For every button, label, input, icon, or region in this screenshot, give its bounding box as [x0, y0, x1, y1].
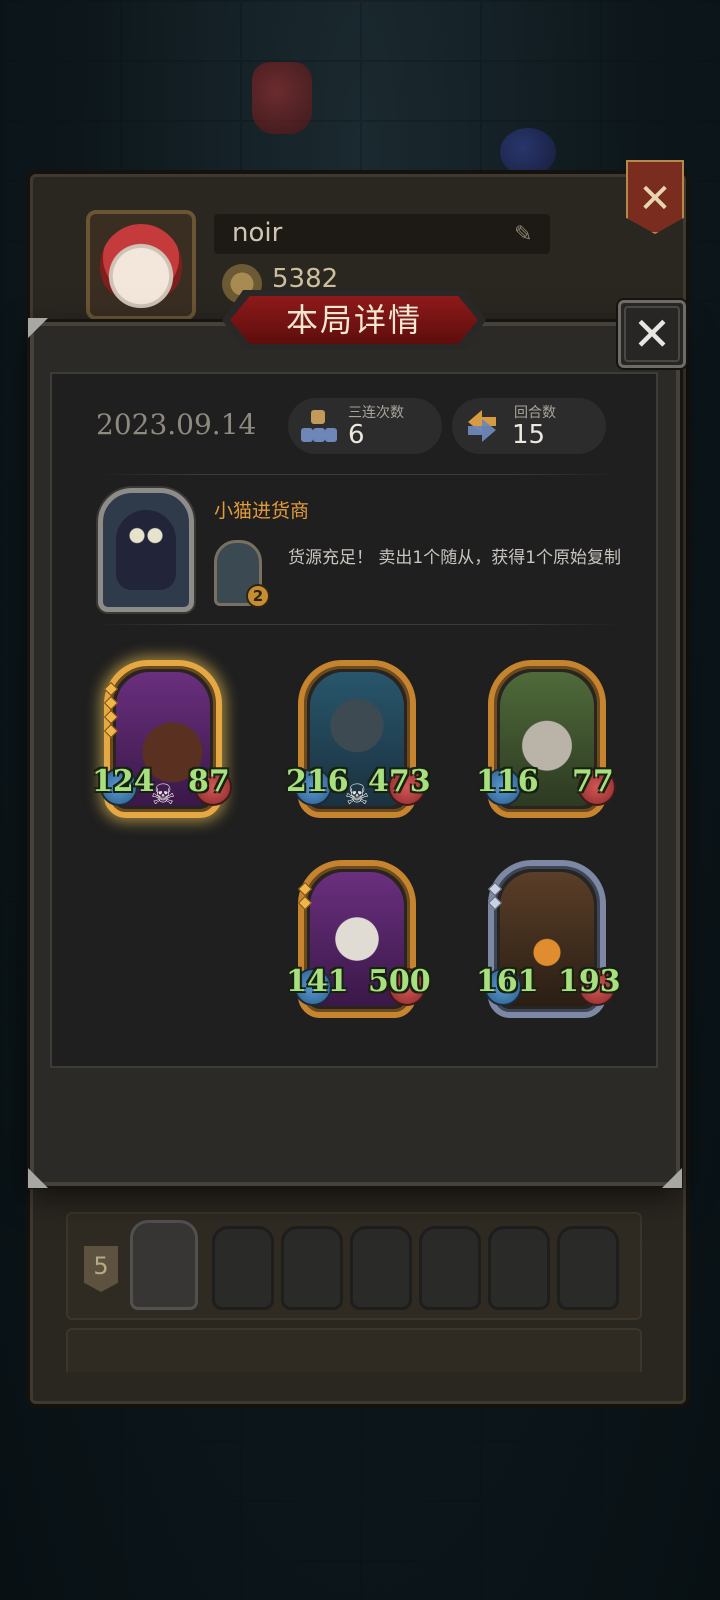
coin-count: 5382 [272, 264, 339, 294]
rank-badge: 5 [84, 1246, 118, 1292]
match-date: 2023.09.14 [96, 408, 257, 441]
skill-level-badge: 2 [246, 584, 270, 608]
match-history-row[interactable] [66, 1328, 642, 1372]
triple-icon [301, 410, 337, 442]
tier-pip [103, 709, 119, 725]
history-minion [212, 1226, 274, 1310]
tier-pip [297, 895, 313, 911]
game-screen: ✕ noir ✎ 5382 5 本局详情 ✕ 2023.09.14 三连次数 6… [0, 0, 720, 1600]
history-minion [281, 1226, 343, 1310]
divider [96, 474, 620, 475]
tier-pip [103, 695, 119, 711]
red-potion-decoration [252, 62, 312, 134]
tier-pips [487, 881, 503, 912]
hero-art [116, 510, 176, 590]
minion-attack: 124 [92, 764, 155, 799]
tier-pip [297, 881, 313, 897]
tier-pip [487, 895, 503, 911]
rounds-value: 15 [512, 420, 546, 450]
minion-attack: 141 [286, 964, 349, 999]
triples-label: 三连次数 [348, 405, 404, 421]
hero-name: 小猫进货商 [214, 500, 310, 522]
tier-pip [103, 723, 119, 739]
tier-pips [103, 681, 119, 740]
minion-health: 77 [572, 764, 614, 799]
tier-pips [297, 881, 313, 912]
pencil-icon[interactable]: ✎ [514, 222, 532, 247]
minion-health: 193 [558, 964, 621, 999]
triples-value: 6 [348, 420, 365, 450]
close-icon[interactable]: ✕ [618, 300, 686, 368]
minion-health: 500 [368, 964, 431, 999]
history-minion [488, 1226, 550, 1310]
avatar[interactable] [86, 210, 196, 320]
close-icon: ✕ [638, 176, 672, 222]
divider [96, 624, 620, 625]
minion-attack: 116 [476, 764, 539, 799]
skull-icon: ☠ [150, 778, 176, 811]
hero-skill-description: 货源充足！ 卖出1个随从，获得1个原始复制 [288, 548, 622, 568]
tier-pip [103, 681, 119, 697]
avatar-portrait [100, 224, 182, 308]
rounds-icon [468, 410, 496, 442]
dialog-title: 本局详情 [285, 301, 422, 339]
skull-icon: ☠ [344, 778, 370, 811]
history-minion [350, 1226, 412, 1310]
minion-health: 87 [188, 764, 230, 799]
player-name: noir [232, 218, 283, 248]
rounds-label: 回合数 [514, 405, 556, 421]
history-minion [557, 1226, 619, 1310]
history-minion [419, 1226, 481, 1310]
minion-attack: 216 [286, 764, 349, 799]
minion-attack: 161 [476, 964, 539, 999]
history-hero-portrait [130, 1220, 198, 1310]
blue-potion-decoration [500, 128, 556, 176]
tier-pip [487, 881, 503, 897]
minion-health: 473 [368, 764, 431, 799]
